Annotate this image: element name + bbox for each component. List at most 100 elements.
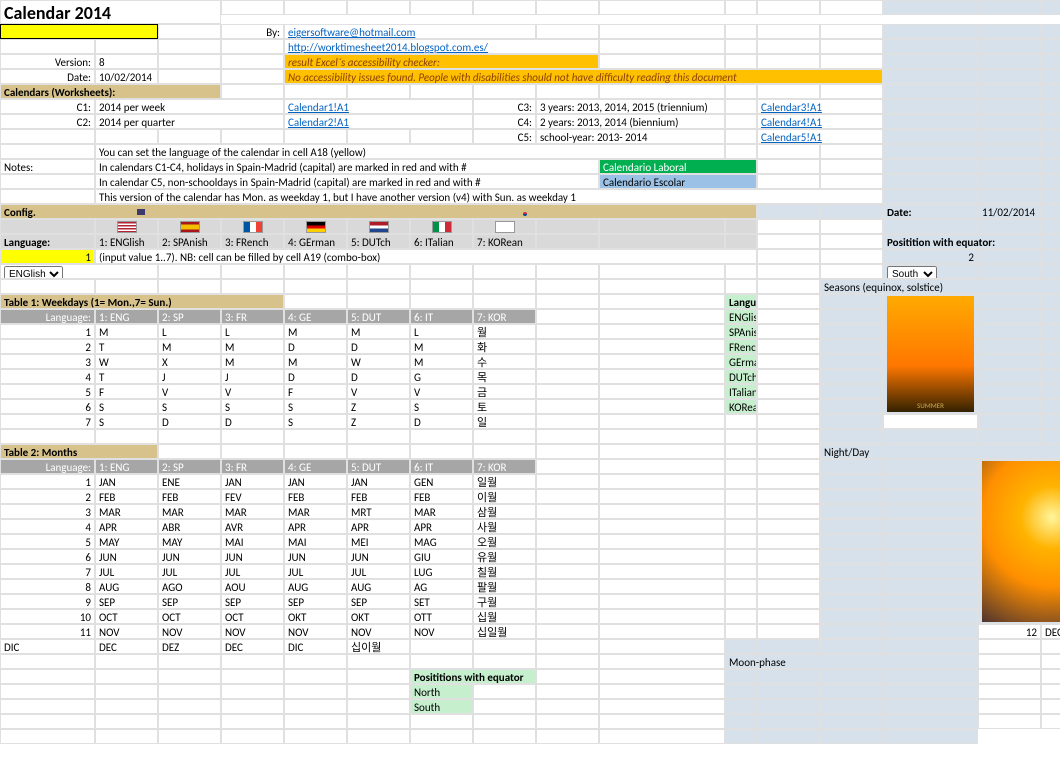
t1-r6-idx: 7 xyxy=(0,414,95,429)
t2-col-0: Language: xyxy=(0,459,95,474)
side-lang-5: ITalian xyxy=(725,384,757,399)
t1-r2-c3: M xyxy=(221,354,284,369)
t1-r6-c1: S xyxy=(95,414,158,429)
pos-north: North xyxy=(410,684,473,699)
t1-r2-idx: 3 xyxy=(0,354,95,369)
t2-r1-c7: 이월 xyxy=(473,489,536,504)
t2-r4-c7: 오월 xyxy=(473,534,536,549)
by-label: By: xyxy=(221,24,284,39)
c5-link[interactable]: Calendar5!A1 xyxy=(757,129,883,144)
t1-col-5: 5: DUT xyxy=(347,309,410,324)
t1-r1-c5: D xyxy=(347,339,410,354)
t2-r8-c7: 구월 xyxy=(473,594,536,609)
t2-r3-c5: APR xyxy=(347,519,410,534)
c4-text: 2 years: 2013, 2014 (biennium) xyxy=(536,114,725,129)
t2-r8-c5: SEP xyxy=(347,594,410,609)
t2-r10-c2: NOV xyxy=(158,624,221,639)
t1-r5-c3: S xyxy=(221,399,284,414)
selected-cell[interactable] xyxy=(0,24,158,39)
email-link[interactable]: eigersoftware@hotmail.com xyxy=(284,24,536,39)
position-combo[interactable]: South xyxy=(887,266,937,279)
season-image: SUMMER xyxy=(883,294,978,414)
t2-r5-c4: JUN xyxy=(284,549,347,564)
t2-r0-c2: ENE xyxy=(158,474,221,489)
t2-r10-c5: NOV xyxy=(347,624,410,639)
c5-text: school-year: 2013- 2014 xyxy=(536,129,725,144)
t2-r11-idx: 12 xyxy=(978,624,1041,639)
t1-r2-c5: W xyxy=(347,354,410,369)
note-2: In calendar C5, non-schooldays in Spain-… xyxy=(95,174,599,189)
c2-link[interactable]: Calendar2!A1 xyxy=(284,114,473,129)
t1-col-1: 1: ENG xyxy=(95,309,158,324)
lang-opt-2: 3: FRench xyxy=(221,234,284,249)
c3-link[interactable]: Calendar3!A1 xyxy=(757,99,883,114)
note-lang: You can set the language of the calendar… xyxy=(95,144,725,159)
t2-r1-idx: 2 xyxy=(0,489,95,504)
lang-combo-wrap: ENGlish xyxy=(0,264,158,279)
t2-r3-c7: 사월 xyxy=(473,519,536,534)
config-header: Config. xyxy=(0,204,757,219)
t2-r1-c1: FEB xyxy=(95,489,158,504)
t2-r5-c7: 유월 xyxy=(473,549,536,564)
table2-header: Table 2: Months xyxy=(0,444,158,459)
t2-r2-c1: MAR xyxy=(95,504,158,519)
flag-it-icon xyxy=(410,219,473,234)
t1-r2-c2: X xyxy=(158,354,221,369)
t1-r5-c2: S xyxy=(158,399,221,414)
t2-r7-c5: AUG xyxy=(347,579,410,594)
t1-r4-c6: V xyxy=(410,384,473,399)
t1-r6-c2: D xyxy=(158,414,221,429)
t2-col-4: 4: GE xyxy=(284,459,347,474)
t1-r4-c2: V xyxy=(158,384,221,399)
t2-r6-c7: 칠월 xyxy=(473,564,536,579)
t2-r9-c5: OKT xyxy=(347,609,410,624)
lang-opt-0: 1: ENGlish xyxy=(95,234,158,249)
flag-es-icon xyxy=(158,219,221,234)
flag-de-icon xyxy=(284,219,347,234)
version-label: Version: xyxy=(0,54,95,69)
t2-r9-idx: 10 xyxy=(0,609,95,624)
t2-r10-c7: 십일월 xyxy=(473,624,536,639)
t2-col-3: 3: FR xyxy=(221,459,284,474)
lang-combo[interactable]: ENGlish xyxy=(4,266,63,279)
t2-r11-c1: DEC xyxy=(1041,624,1060,639)
t1-col-3: 3: FR xyxy=(221,309,284,324)
t2-col-7: 7: KOR xyxy=(473,459,536,474)
c2-text: 2014 per quarter xyxy=(95,114,284,129)
url-link[interactable]: http://worktimesheet2014.blogspot.com.es… xyxy=(284,39,599,54)
t2-r1-c2: FEB xyxy=(158,489,221,504)
lang-opt-3: 4: GErman xyxy=(284,234,347,249)
t2-r0-c5: JAN xyxy=(347,474,410,489)
t1-r4-c4: F xyxy=(284,384,347,399)
t2-r5-c5: JUN xyxy=(347,549,410,564)
lang-hint: (input value 1..7). NB: cell can be fill… xyxy=(95,249,757,264)
t2-r8-c2: SEP xyxy=(158,594,221,609)
t2-r0-c1: JAN xyxy=(95,474,158,489)
c4-link[interactable]: Calendar4!A1 xyxy=(757,114,883,129)
t2-r7-c3: AOU xyxy=(221,579,284,594)
c5-label: C5: xyxy=(473,129,536,144)
t1-r2-c4: M xyxy=(284,354,347,369)
t2-r6-c2: JUL xyxy=(158,564,221,579)
t1-r0-c7: 월 xyxy=(473,324,536,339)
t1-r0-c6: L xyxy=(410,324,473,339)
t1-r0-idx: 1 xyxy=(0,324,95,339)
t2-r4-c6: MAG xyxy=(410,534,473,549)
languages-side-header: Languages: xyxy=(725,294,757,309)
t2-r0-c4: JAN xyxy=(284,474,347,489)
t2-r10-c3: NOV xyxy=(221,624,284,639)
badge-laboral: Calendario Laboral xyxy=(599,159,757,174)
side-lang-0: ENGlish xyxy=(725,309,757,324)
acc-label: result Excel´s accessibility checker: xyxy=(284,54,599,69)
t2-r7-c2: AGO xyxy=(158,579,221,594)
t2-r5-c2: JUN xyxy=(158,549,221,564)
t1-r0-c1: M xyxy=(95,324,158,339)
t1-r3-c1: T xyxy=(95,369,158,384)
t2-r2-c2: MAR xyxy=(158,504,221,519)
flag-us-icon xyxy=(95,219,158,234)
position-value[interactable]: 2 xyxy=(883,249,978,264)
lang-value-cell[interactable]: 1 xyxy=(0,249,95,264)
c1-link[interactable]: Calendar1!A1 xyxy=(284,99,473,114)
t2-r6-c6: LUG xyxy=(410,564,473,579)
t2-r6-c4: JUL xyxy=(284,564,347,579)
